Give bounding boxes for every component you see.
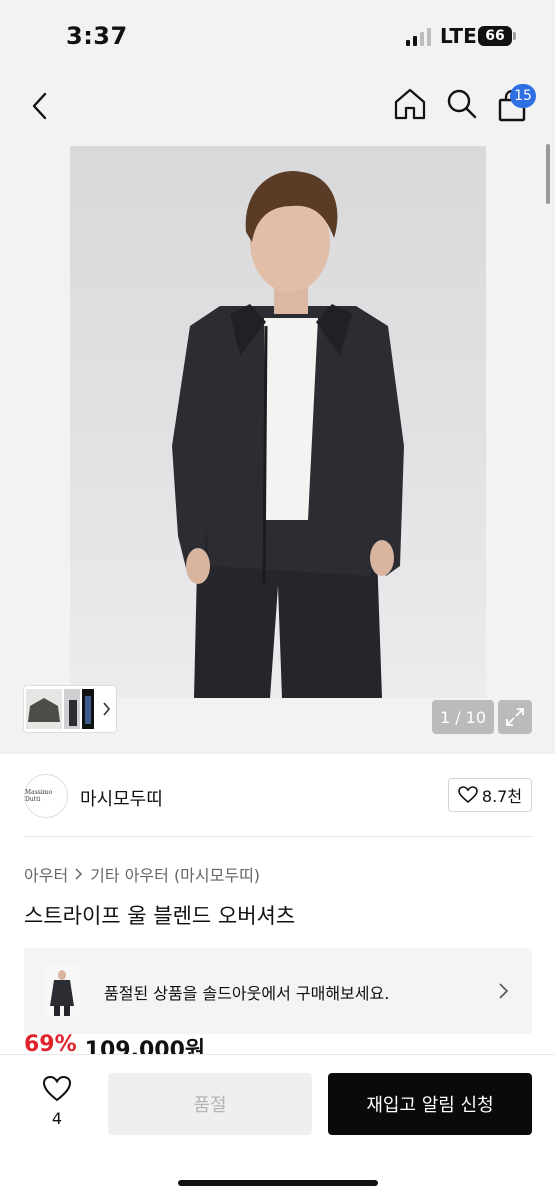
heart-icon — [458, 786, 478, 804]
bottom-action-bar: 4 품절 재입고 알림 신청 — [0, 1054, 555, 1200]
banner-thumbnail — [44, 966, 80, 1016]
breadcrumb-category[interactable]: 아우터 — [24, 862, 68, 886]
chevron-right-icon — [75, 868, 83, 880]
brand-logo[interactable]: Massimo Dutti — [24, 774, 68, 818]
brand-like-button[interactable]: 8.7천 — [448, 778, 532, 812]
heart-icon — [42, 1075, 72, 1102]
brand-name[interactable]: 마시모두띠 — [80, 785, 163, 811]
status-time: 3:37 — [66, 22, 128, 50]
brand-like-count: 8.7천 — [481, 787, 523, 806]
chevron-right-icon — [103, 702, 111, 716]
soldout-banner-text: 품절된 상품을 솔드아웃에서 구매해보세요. — [104, 984, 390, 1003]
top-nav — [0, 70, 555, 142]
expand-icon — [506, 708, 524, 726]
back-button[interactable] — [26, 88, 56, 124]
home-indicator — [178, 1180, 378, 1186]
scrollbar[interactable] — [546, 144, 550, 204]
thumbnail-images — [26, 689, 111, 729]
model-illustration — [172, 170, 404, 698]
expand-button[interactable] — [498, 700, 532, 734]
breadcrumb: 아우터 기타 아우터 (마시모두띠) — [24, 862, 260, 886]
chevron-right-icon — [499, 983, 509, 999]
chevron-left-icon — [32, 92, 47, 120]
restock-alert-button[interactable]: 재입고 알림 신청 — [328, 1073, 532, 1135]
battery-tip — [513, 32, 516, 40]
wish-button[interactable]: 4 — [36, 1075, 78, 1135]
brand-logo-text: Massimo Dutti — [25, 789, 53, 803]
signal-icon — [406, 28, 431, 46]
search-button[interactable] — [444, 86, 480, 122]
image-counter: 1 / 10 — [432, 700, 494, 734]
search-icon — [447, 89, 477, 119]
home-button[interactable] — [392, 86, 428, 122]
product-gallery[interactable]: 1 / 10 — [0, 142, 555, 754]
network-type: LTE — [440, 24, 477, 48]
product-title: 스트라이프 울 블렌드 오버셔츠 — [24, 904, 296, 928]
status-bar: 3:37 LTE 66 — [0, 0, 555, 70]
product-photo[interactable] — [70, 146, 486, 698]
battery-level: 66 — [485, 28, 505, 44]
brand-row[interactable]: Massimo Dutti 마시모두띠 8.7천 — [24, 774, 532, 820]
thumbnail-strip[interactable] — [24, 686, 116, 732]
banner-thumbnail-image — [44, 966, 80, 1016]
product-page: 3:37 LTE 66 15 1 / 10 Massimo Dutti 마시모두… — [0, 0, 555, 1200]
home-icon — [394, 88, 426, 120]
divider — [24, 836, 532, 837]
wish-count: 4 — [51, 1109, 63, 1128]
battery-icon: 66 — [478, 26, 512, 46]
soldout-banner[interactable]: 품절된 상품을 솔드아웃에서 구매해보세요. — [24, 948, 532, 1034]
cart-count-badge: 15 — [510, 84, 536, 108]
soldout-button[interactable]: 품절 — [108, 1073, 312, 1135]
breadcrumb-subcategory[interactable]: 기타 아우터 (마시모두띠) — [90, 862, 260, 886]
